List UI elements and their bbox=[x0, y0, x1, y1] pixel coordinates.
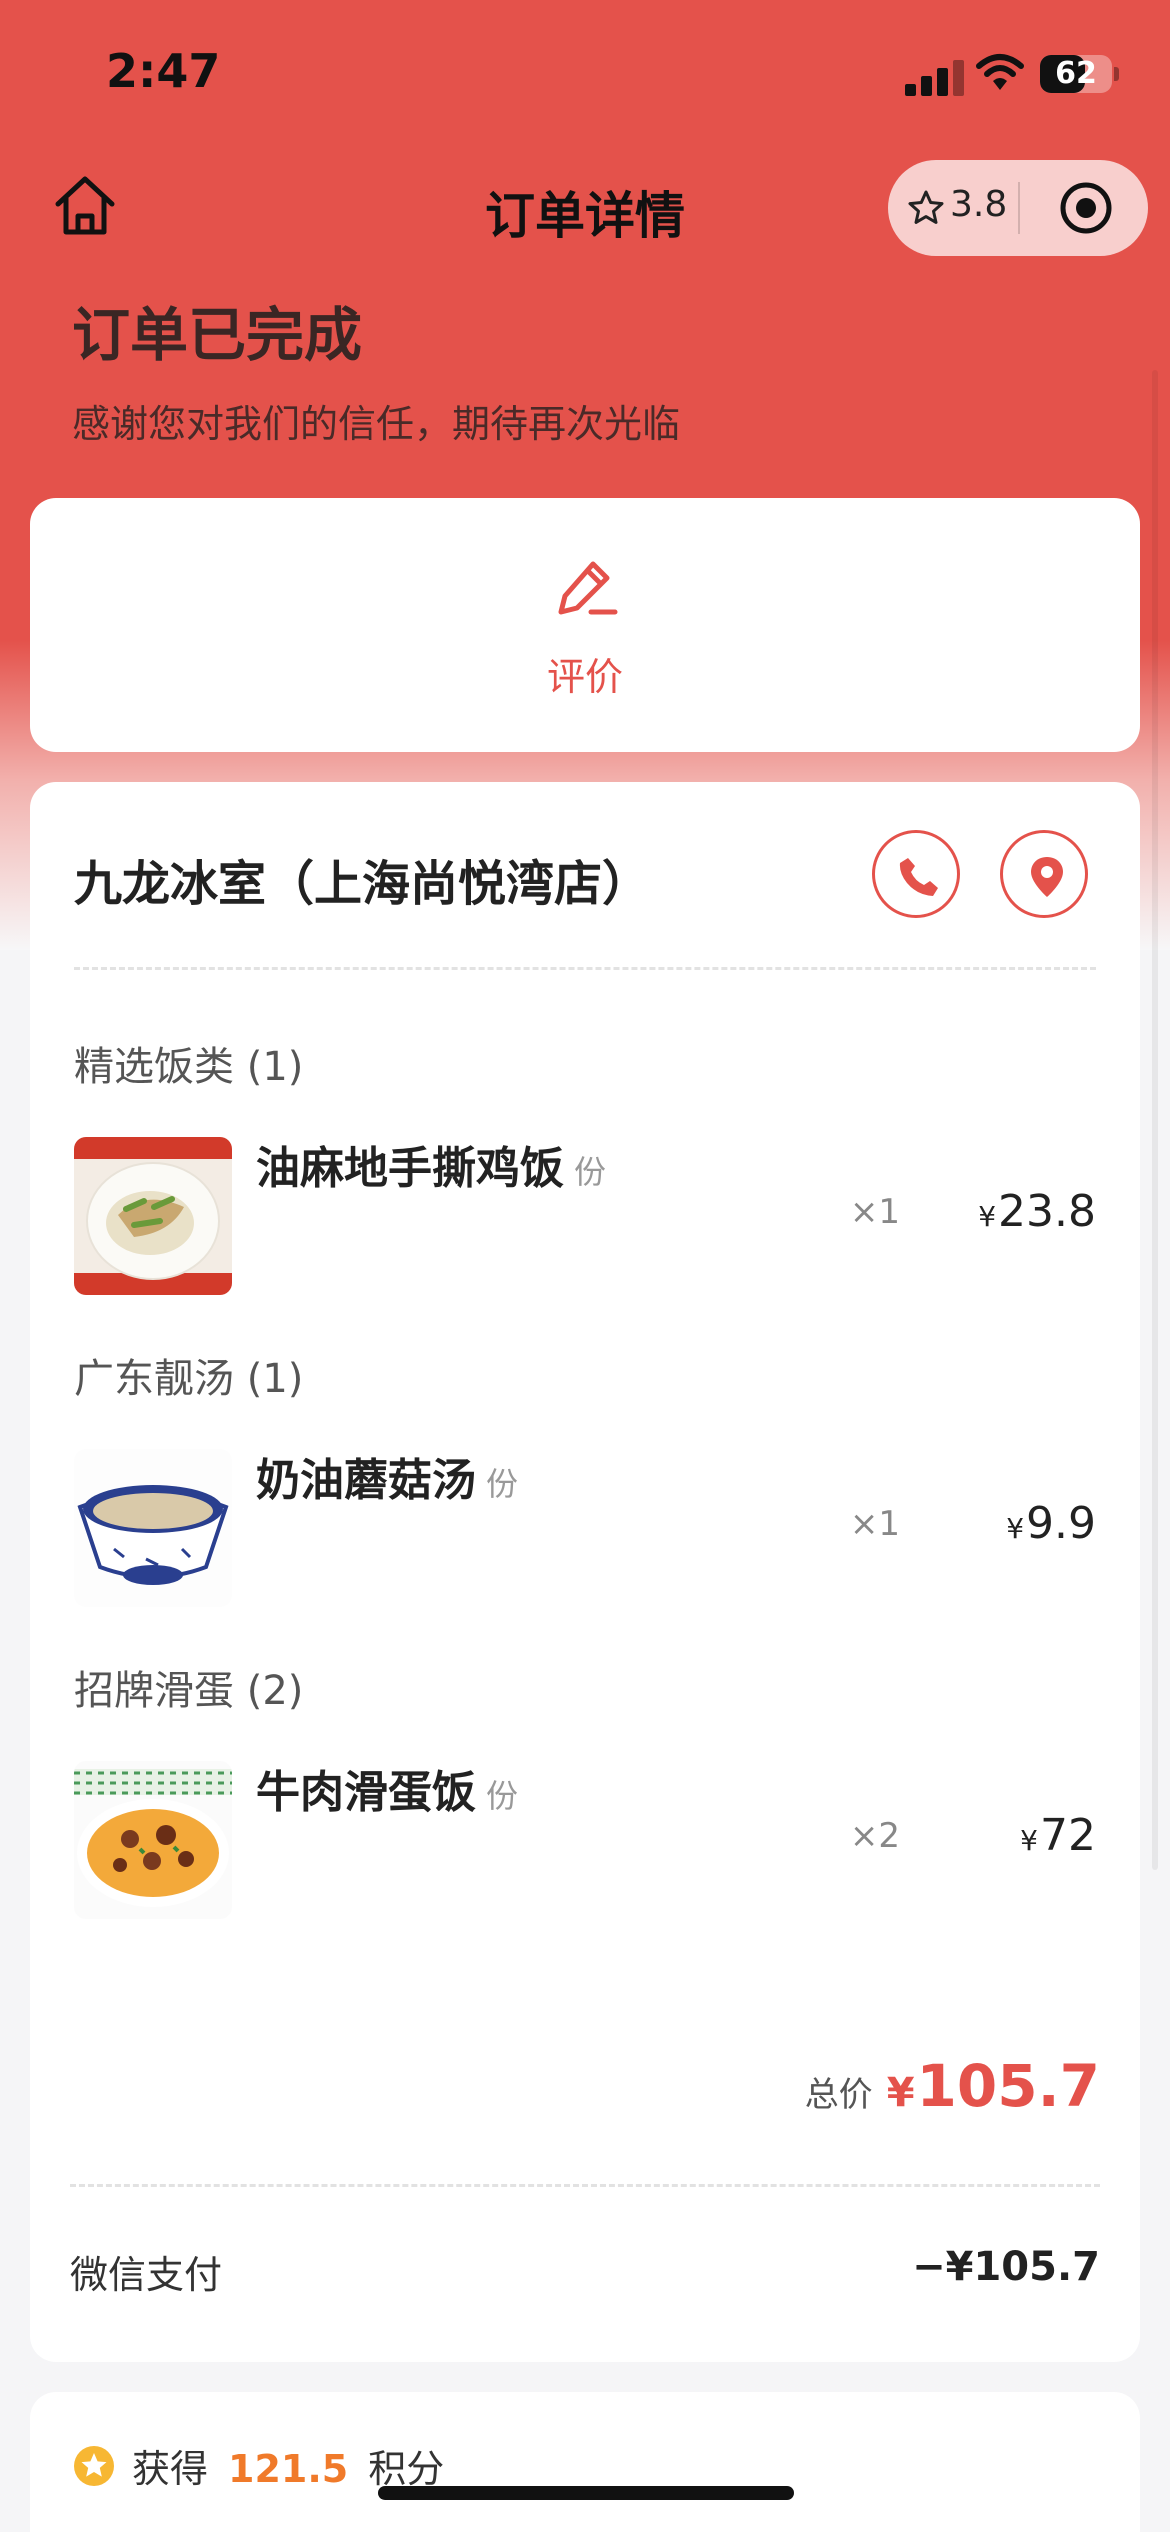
total-value: ¥105.7 bbox=[887, 2052, 1100, 2120]
dish-price: ¥72 bbox=[1020, 1810, 1096, 1861]
phone-icon bbox=[899, 858, 938, 896]
currency-symbol: ¥ bbox=[1020, 1824, 1038, 1857]
dish-price: ¥23.8 bbox=[978, 1186, 1096, 1237]
target-icon[interactable] bbox=[1056, 178, 1116, 238]
dish-name-text: 奶油蘑菇汤 bbox=[256, 1455, 476, 1506]
capsule-divider bbox=[1018, 182, 1020, 234]
location-icon bbox=[1031, 857, 1063, 897]
points-prefix: 获得 bbox=[132, 2447, 209, 2491]
dish-name: 奶油蘑菇汤份 bbox=[256, 1444, 518, 1508]
scrollbar[interactable] bbox=[1152, 370, 1158, 1870]
dish-price-value: 9.9 bbox=[1026, 1498, 1096, 1549]
call-button[interactable] bbox=[872, 830, 960, 918]
total-price-row: 总价 ¥105.7 bbox=[805, 2052, 1100, 2120]
shop-name[interactable]: 九龙冰室（上海尚悦湾店） bbox=[74, 844, 650, 914]
order-status-subtitle: 感谢您对我们的信任，期待再次光临 bbox=[72, 402, 681, 446]
payment-amount: −¥105.7 bbox=[912, 2244, 1100, 2290]
total-amount: 105.7 bbox=[916, 2052, 1100, 2120]
dish-name-text: 牛肉滑蛋饭 bbox=[256, 1767, 476, 1818]
divider bbox=[70, 2184, 1100, 2187]
dish-image[interactable] bbox=[74, 1449, 232, 1607]
dish-image[interactable] bbox=[74, 1761, 232, 1919]
dish-image[interactable] bbox=[74, 1137, 232, 1295]
currency-symbol: ¥ bbox=[886, 2070, 915, 2116]
dish-unit: 份 bbox=[574, 1153, 607, 1191]
dish-price-value: 72 bbox=[1040, 1810, 1096, 1861]
location-button[interactable] bbox=[1000, 830, 1088, 918]
order-status-heading: 订单已完成 bbox=[72, 301, 363, 369]
review-button[interactable]: 评价 bbox=[485, 548, 685, 699]
dish-price-value: 23.8 bbox=[998, 1186, 1096, 1237]
battery-icon: 62 bbox=[1040, 55, 1112, 93]
category-title: 招牌滑蛋 (2) bbox=[74, 1668, 304, 1714]
points-text: 获得 121.5 积分 bbox=[132, 2438, 444, 2493]
dish-name-text: 油麻地手撕鸡饭 bbox=[256, 1143, 564, 1194]
dish-unit: 份 bbox=[486, 1465, 519, 1503]
review-card: 评价 bbox=[30, 498, 1140, 752]
review-label: 评价 bbox=[546, 655, 623, 699]
points-suffix: 积分 bbox=[368, 2447, 445, 2491]
rating-value[interactable]: 3.8 bbox=[950, 184, 1007, 225]
currency-symbol: ¥ bbox=[1006, 1512, 1025, 1545]
category-title: 广东靓汤 (1) bbox=[74, 1356, 304, 1402]
edit-icon bbox=[558, 561, 618, 615]
divider bbox=[74, 967, 1096, 970]
order-card: 九龙冰室（上海尚悦湾店） 精选饭类 (1) 油麻地手撕鸡饭份 ×1 ¥23.8 … bbox=[30, 782, 1140, 2362]
signal-icon bbox=[905, 56, 965, 96]
dish-unit: 份 bbox=[486, 1777, 519, 1815]
dish-quantity: ×1 bbox=[849, 1504, 900, 1544]
dish-quantity: ×1 bbox=[849, 1192, 900, 1232]
dish-price: ¥9.9 bbox=[1006, 1498, 1096, 1549]
points-card[interactable]: 获得 121.5 积分 bbox=[30, 2392, 1140, 2532]
wifi-icon bbox=[976, 54, 1024, 90]
dish-name: 牛肉滑蛋饭份 bbox=[256, 1756, 518, 1820]
home-indicator[interactable] bbox=[378, 2486, 794, 2500]
mini-program-capsule: 3.8 bbox=[888, 160, 1148, 256]
status-bar: 2:47 62 bbox=[0, 0, 1170, 150]
payment-method: 微信支付 bbox=[70, 2253, 223, 2297]
points-icon bbox=[74, 2446, 114, 2486]
battery-tip bbox=[1114, 67, 1119, 81]
currency-symbol: ¥ bbox=[978, 1200, 997, 1233]
status-time: 2:47 bbox=[106, 44, 221, 98]
category-title: 精选饭类 (1) bbox=[74, 1044, 304, 1090]
nav-bar: 订单详情 3.8 bbox=[0, 150, 1170, 270]
total-label: 总价 bbox=[804, 2075, 873, 2115]
star-icon[interactable] bbox=[906, 188, 946, 228]
points-value: 121.5 bbox=[228, 2447, 349, 2491]
battery-level: 62 bbox=[1055, 56, 1097, 91]
dish-name: 油麻地手撕鸡饭份 bbox=[256, 1132, 606, 1196]
dish-quantity: ×2 bbox=[849, 1816, 900, 1856]
